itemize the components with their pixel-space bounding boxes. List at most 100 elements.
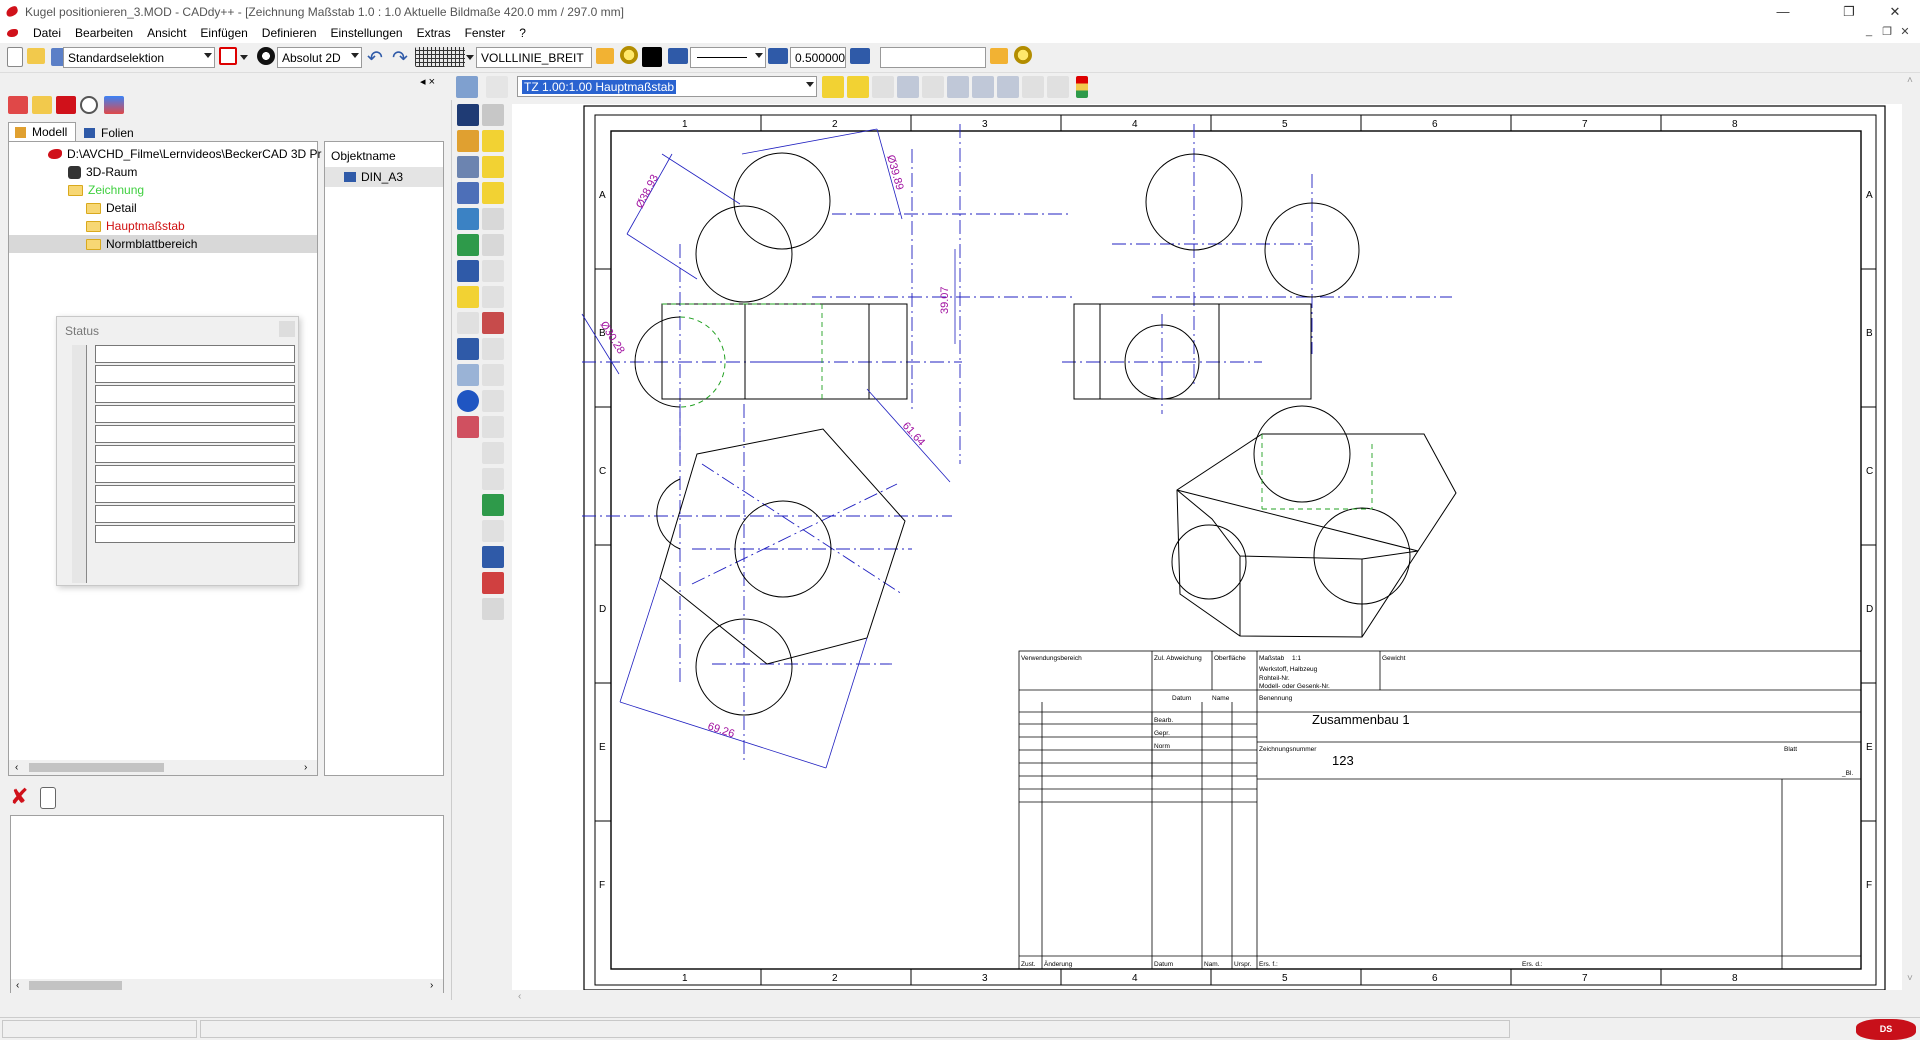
zoom-in-icon[interactable]	[947, 76, 969, 98]
scroll-left-icon[interactable]: ‹	[518, 991, 521, 1002]
trim-icon[interactable]	[457, 182, 479, 204]
redo-icon[interactable]: ↷	[392, 47, 408, 70]
snap-point-icon[interactable]	[482, 130, 504, 152]
diameter-icon[interactable]	[482, 442, 504, 464]
menu-ansicht[interactable]: Ansicht	[140, 26, 193, 40]
snap-intersection-icon[interactable]	[482, 182, 504, 204]
snap-incl-icon[interactable]	[482, 156, 504, 178]
tangent-icon[interactable]	[482, 234, 504, 256]
green-pencil-icon[interactable]	[457, 234, 479, 256]
menu-einfuegen[interactable]: Einfügen	[193, 26, 254, 40]
properties-hscrollbar[interactable]: ‹ ›	[11, 979, 443, 993]
rotate-icon[interactable]	[457, 208, 479, 230]
scroll-left-icon[interactable]: ‹	[15, 762, 18, 773]
search-input[interactable]	[880, 47, 986, 68]
select-alt-icon[interactable]	[482, 104, 504, 126]
zone-move-icon[interactable]	[872, 76, 894, 98]
clip-icon[interactable]	[40, 787, 56, 809]
line-style-select[interactable]	[690, 47, 766, 68]
select-arrow-icon[interactable]	[457, 104, 479, 126]
pencil-icon[interactable]	[457, 130, 479, 152]
scroll-thumb[interactable]	[29, 763, 164, 772]
arc-icon[interactable]	[482, 208, 504, 230]
edit-tools-icon[interactable]	[457, 156, 479, 178]
chain-dim-icon[interactable]	[482, 468, 504, 490]
leader-icon[interactable]	[482, 520, 504, 542]
selection-mode-select[interactable]: Standardselektion	[63, 47, 215, 68]
layer-select-icon[interactable]	[457, 286, 479, 308]
scroll-up-icon[interactable]: ˄	[1907, 75, 1913, 86]
pan-hand-icon[interactable]	[922, 76, 944, 98]
canvas-vscrollbar[interactable]: ˄ ˅	[1903, 73, 1920, 991]
new-file-icon[interactable]	[7, 47, 23, 67]
settings-colors-icon[interactable]	[104, 96, 124, 114]
scroll-right-icon[interactable]: ›	[430, 980, 433, 991]
zone-edit-icon[interactable]	[847, 76, 869, 98]
tree-item-zeichnung[interactable]: Zeichnung	[68, 183, 144, 197]
drawing-canvas[interactable]: 1 2 3 4 5 6 7 8 1 2 3 4 5 6 7 8 A B C D …	[512, 104, 1902, 990]
zoom-window-icon[interactable]	[897, 76, 919, 98]
curve-icon[interactable]	[482, 312, 504, 334]
refresh-icon[interactable]	[80, 96, 98, 114]
table-icon[interactable]	[482, 546, 504, 568]
menu-fenster[interactable]: Fenster	[458, 26, 513, 40]
delete-cross-icon[interactable]: ✘	[10, 786, 34, 810]
lightbulb-icon[interactable]	[620, 46, 638, 64]
scale-zone-select[interactable]: TZ 1.00:1.00 Hauptmaßstab	[517, 76, 817, 97]
redraw-icon[interactable]	[1047, 76, 1069, 98]
ab-text-icon[interactable]	[457, 312, 479, 334]
layer-icon[interactable]	[596, 48, 614, 64]
color-swatch[interactable]	[642, 47, 662, 67]
coordinate-icon[interactable]	[257, 47, 275, 65]
mdi-minimize-button[interactable]: _	[1860, 25, 1878, 40]
grid-icon[interactable]	[415, 47, 465, 67]
chevron-down-icon[interactable]	[466, 55, 474, 60]
tree-item-detail[interactable]: Detail	[86, 201, 137, 215]
tree-item-3d-raum[interactable]: 3D-Raum	[68, 165, 137, 179]
tree-item-hauptmassstab[interactable]: Hauptmaßstab	[86, 219, 185, 233]
menu-datei[interactable]: Datei	[26, 26, 68, 40]
tree-item-root[interactable]: D:\AVCHD_Filme\Lernvideos\BeckerCAD 3D P…	[48, 147, 322, 161]
layers-icon-2[interactable]	[768, 48, 788, 64]
tab-folien[interactable]: Folien	[78, 124, 148, 141]
tree-hscrollbar[interactable]: ‹ ›	[9, 760, 317, 775]
menu-einstellungen[interactable]: Einstellungen	[324, 26, 410, 40]
axis-icon[interactable]	[457, 260, 479, 282]
flag-icon[interactable]	[482, 338, 504, 360]
selection-filter-icon[interactable]	[219, 47, 237, 65]
delete-model-icon[interactable]	[56, 96, 76, 114]
zoom-all-icon[interactable]	[997, 76, 1019, 98]
scroll-thumb[interactable]	[29, 981, 122, 990]
line-type-input[interactable]: VOLLLINIE_BREIT	[476, 47, 592, 68]
mdi-close-button[interactable]: ✕	[1896, 25, 1914, 40]
open-folder-icon[interactable]	[27, 48, 45, 64]
layers-icon-3[interactable]	[850, 48, 870, 64]
coordinate-mode-select[interactable]: Absolut 2D	[277, 47, 362, 68]
menu-help[interactable]: ?	[512, 26, 533, 40]
zone-snap-icon[interactable]	[822, 76, 844, 98]
panel-pin-icon[interactable]: ◂ ×	[420, 75, 435, 88]
dimension-e-icon[interactable]	[482, 416, 504, 438]
undo-icon[interactable]: ↶	[367, 47, 383, 70]
magic-icon[interactable]	[486, 76, 508, 98]
chevron-down-icon[interactable]	[240, 55, 248, 60]
scroll-right-icon[interactable]: ›	[304, 762, 307, 773]
weld-icon[interactable]	[482, 572, 504, 594]
menu-bearbeiten[interactable]: Bearbeiten	[68, 26, 140, 40]
tree-item-normblattbereich[interactable]: Normblattbereich	[86, 237, 197, 251]
canvas-hscrollbar[interactable]: ‹	[512, 991, 1902, 1005]
close-button[interactable]: ✕	[1872, 0, 1918, 23]
doc-logo-icon[interactable]	[7, 29, 18, 37]
tolerance-icon[interactable]	[482, 598, 504, 620]
traffic-light-icon[interactable]	[1076, 76, 1088, 98]
zoom-out-icon[interactable]	[972, 76, 994, 98]
mdi-restore-button[interactable]: ❐	[1878, 25, 1896, 40]
eraser-icon[interactable]	[457, 416, 479, 438]
layers-icon[interactable]	[668, 48, 688, 64]
info-icon[interactable]	[457, 390, 479, 412]
menu-definieren[interactable]: Definieren	[255, 26, 324, 40]
scroll-left-icon[interactable]: ‹	[16, 980, 19, 991]
lightbulb-icon-2[interactable]	[1014, 46, 1032, 64]
text-style-icon[interactable]	[457, 338, 479, 360]
folder-search-icon[interactable]	[990, 48, 1008, 64]
